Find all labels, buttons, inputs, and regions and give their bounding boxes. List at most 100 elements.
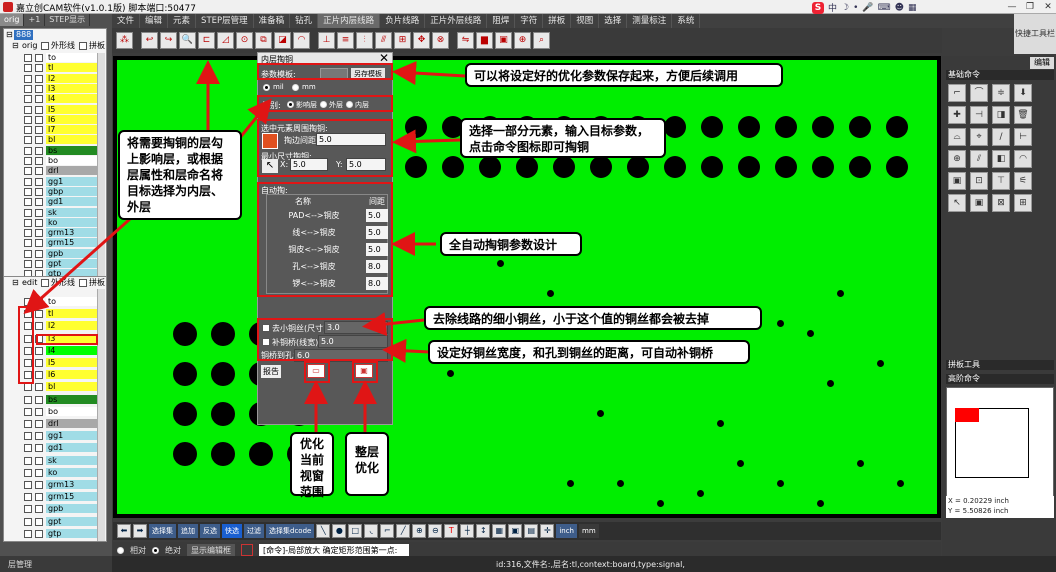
menu-0[interactable]: 文件 <box>112 14 141 28</box>
lines2-tool-icon[interactable]: ⫶ <box>356 32 373 49</box>
layer-row[interactable]: l3 <box>4 83 108 94</box>
basic-cmd-icon-15[interactable]: ◠ <box>1014 150 1032 168</box>
layer-row[interactable]: drl <box>4 419 108 429</box>
menu-2[interactable]: 元素 <box>168 14 197 28</box>
basic-cmd-icon-14[interactable]: ◧ <box>992 150 1010 168</box>
corner-tool-icon[interactable]: ◿ <box>217 32 234 49</box>
ime-moon-icon[interactable]: ☽ <box>841 3 849 13</box>
pin-tool-icon[interactable]: ⊗ <box>432 32 449 49</box>
menu-12[interactable]: 视图 <box>571 14 600 28</box>
curve2-tool-icon[interactable]: ↪ <box>160 32 177 49</box>
save-as-template-button[interactable]: 另存模板 <box>351 68 385 80</box>
arrow-right-icon[interactable]: ➡ <box>133 524 147 538</box>
layer-row[interactable]: tl <box>4 63 108 73</box>
layer-row[interactable]: sk <box>4 207 108 218</box>
layer-row[interactable]: gd1 <box>4 197 108 207</box>
layer-affect-checkbox[interactable] <box>24 187 32 196</box>
menu-5[interactable]: 钻孔 <box>290 14 319 28</box>
ime-mic-icon[interactable]: 🎤 <box>862 3 873 13</box>
layer-row[interactable]: gbp <box>4 186 108 197</box>
append-button[interactable]: 追加 <box>178 524 198 538</box>
layer-visible-checkbox[interactable] <box>35 493 43 502</box>
layer-visible-checkbox[interactable] <box>35 468 43 477</box>
layer-affect-checkbox[interactable] <box>24 218 32 227</box>
layer-visible-checkbox[interactable] <box>35 359 43 367</box>
curve-tool-icon[interactable]: ↩ <box>141 32 158 49</box>
layer-visible-checkbox[interactable] <box>35 481 43 489</box>
unit-mm-radio[interactable] <box>292 84 299 91</box>
auto-row-value[interactable]: 5.0 <box>366 226 388 239</box>
layer-row[interactable]: l7 <box>4 125 108 135</box>
layer-row[interactable]: gg1 <box>4 431 108 441</box>
layer-row[interactable]: bo <box>4 406 108 417</box>
layer-row[interactable]: gpt <box>4 516 108 527</box>
quick-select-button[interactable]: 快选 <box>222 524 242 538</box>
layer-row[interactable]: bo <box>4 156 108 166</box>
optimize-view-icon[interactable]: ▭ <box>307 364 325 378</box>
ring-tool-icon[interactable]: ⊙ <box>236 32 253 49</box>
dialog-close-icon[interactable]: ✕ <box>379 51 389 65</box>
basic-cmd-icon-2[interactable]: ≑ <box>992 84 1010 102</box>
layer-affect-checkbox[interactable] <box>24 505 32 514</box>
select-dcode-button[interactable]: 选择集dcode <box>266 524 315 538</box>
layer-row[interactable]: sk <box>4 455 108 466</box>
layer-row[interactable]: bl <box>4 135 108 145</box>
layer-visible-checkbox[interactable] <box>35 334 43 343</box>
layer-affect-checkbox[interactable] <box>24 84 32 93</box>
basic-cmd-icon-17[interactable]: ⊡ <box>970 172 988 190</box>
tree-root[interactable]: ⊟ 888 <box>4 30 108 40</box>
layer-visible-checkbox[interactable] <box>35 74 43 83</box>
layer-row[interactable]: bs <box>4 394 108 405</box>
layer-row[interactable]: grm15 <box>4 492 108 502</box>
layer-visible-checkbox[interactable] <box>35 54 43 62</box>
relative-radio[interactable] <box>117 546 124 554</box>
target-gap-input[interactable] <box>316 133 386 146</box>
menu-10[interactable]: 字符 <box>515 14 544 28</box>
layer-row[interactable]: gg1 <box>4 176 108 187</box>
layer-visible-checkbox[interactable] <box>35 298 43 306</box>
layer-affect-checkbox[interactable] <box>24 322 32 331</box>
menu-13[interactable]: 选择 <box>599 14 628 28</box>
layer-affect-checkbox[interactable] <box>24 208 32 217</box>
diagonal-tool-icon[interactable]: ╱ <box>396 524 411 538</box>
layer-affect-checkbox[interactable] <box>24 115 32 124</box>
layer-row[interactable]: l4 <box>4 94 108 104</box>
layer-visible-checkbox[interactable] <box>35 84 43 93</box>
dimension-icon[interactable]: ┼ <box>460 524 475 538</box>
bracket-tool-icon[interactable]: ⊏ <box>198 32 215 49</box>
panel-tools-header[interactable]: 拼板工具 <box>946 360 1054 370</box>
tree2-scrollbar[interactable] <box>97 289 105 541</box>
layer-affect-checkbox[interactable] <box>24 407 32 416</box>
crosshair-icon[interactable]: ✛ <box>540 524 555 538</box>
vertex-tool-icon[interactable]: ⁂ <box>116 32 133 49</box>
layer-affect-checkbox[interactable] <box>24 260 32 268</box>
lines-tool-icon[interactable]: ≡ <box>337 32 354 49</box>
layer-affect-checkbox[interactable] <box>24 493 32 502</box>
basic-cmd-icon-21[interactable]: ▣ <box>970 194 988 212</box>
tree1-scrollbar[interactable] <box>97 53 105 277</box>
layer-affect-checkbox[interactable] <box>24 383 32 392</box>
layer-affect-checkbox[interactable] <box>24 529 32 538</box>
layer-affect-checkbox[interactable] <box>24 298 32 306</box>
layer-visible-checkbox[interactable] <box>35 432 43 441</box>
layer-affect-checkbox[interactable] <box>24 359 32 367</box>
ime-user-icon[interactable]: ☻ <box>895 3 904 13</box>
layer-visible-checkbox[interactable] <box>35 146 43 155</box>
basic-cmd-icon-1[interactable]: ⌒ <box>970 84 988 102</box>
layer-affect-checkbox[interactable] <box>24 177 32 186</box>
minus-circle-icon[interactable]: ⊖ <box>428 524 443 538</box>
layer-row[interactable]: bl <box>4 382 108 392</box>
layer-visible-checkbox[interactable] <box>35 407 43 416</box>
menu-15[interactable]: 系统 <box>672 14 701 28</box>
basic-cmd-icon-11[interactable]: ⊢ <box>1014 128 1032 146</box>
bridge-input[interactable] <box>318 335 388 348</box>
menu-8[interactable]: 正片外层线路 <box>425 14 488 28</box>
layer-row[interactable]: l2 <box>4 73 108 84</box>
pan-tool-icon[interactable]: ✥ <box>413 32 430 49</box>
menu-3[interactable]: STEP层管理 <box>196 14 254 28</box>
advanced-commands-header[interactable]: 高阶命令 <box>946 374 1054 384</box>
layer-visible-checkbox[interactable] <box>35 136 43 145</box>
step-row-edit[interactable]: ⊟ edit 外形线 拼板 <box>4 278 108 288</box>
grid-tool-icon[interactable]: ⊞ <box>394 32 411 49</box>
outline-checkbox[interactable] <box>41 42 49 50</box>
